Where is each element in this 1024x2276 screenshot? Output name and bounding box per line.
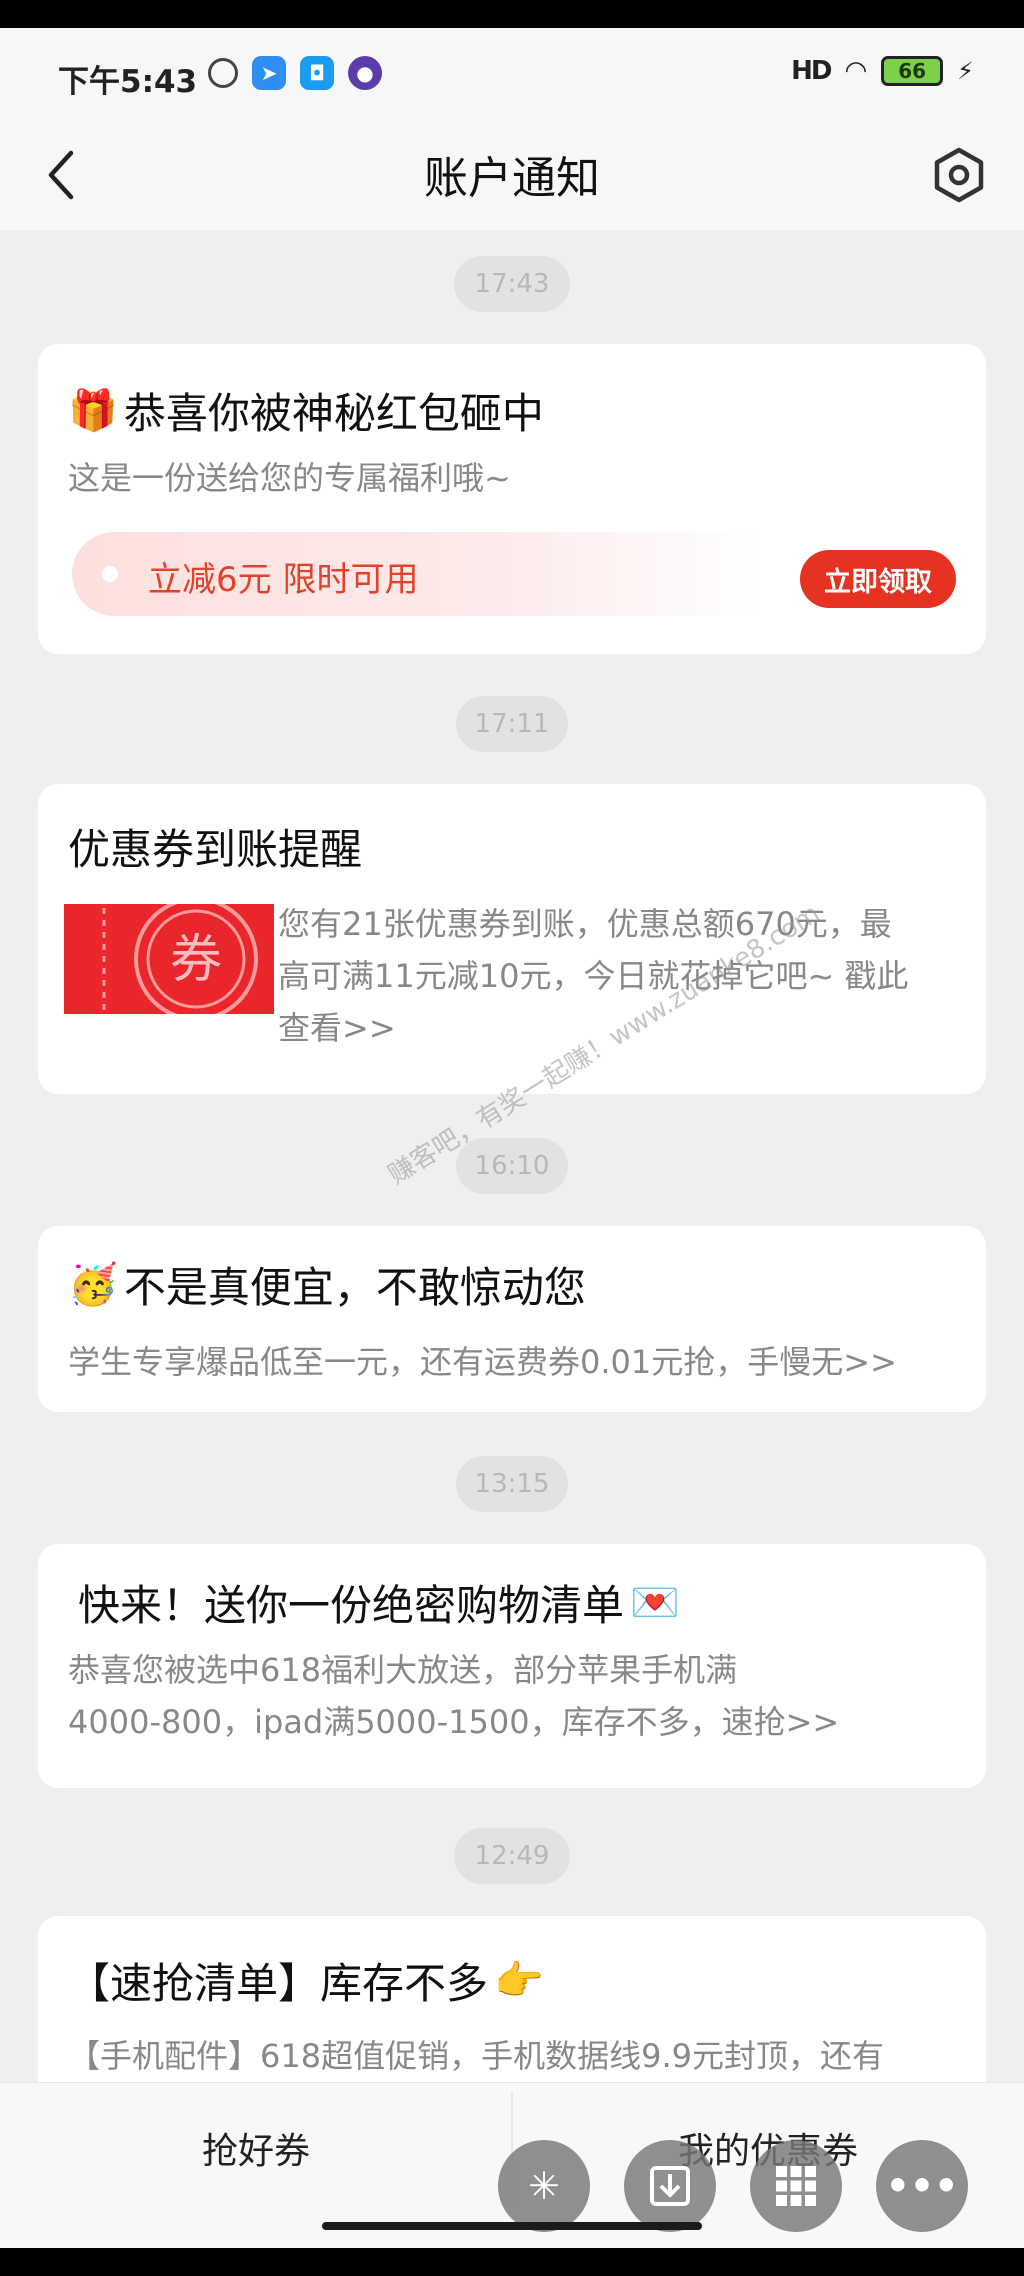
status-bar: 下午5:43 ➤ ◘ ● HD ◠ 66 ⚡ — [0, 28, 1024, 120]
bottom-black-bar — [0, 2248, 1024, 2276]
pointing-hand-icon: 👉 — [494, 1957, 544, 2004]
sparkle-icon: ✳ — [528, 2164, 560, 2208]
message-desc: 恭喜您被选中618福利大放送，部分苹果手机满 4000-800，ipad满500… — [68, 1651, 840, 1741]
status-indicators: HD ◠ 66 ⚡ — [791, 56, 974, 86]
more-dots-icon: ••• — [885, 2164, 959, 2208]
message-card[interactable]: 🎁 恭喜你被神秘红包砸中 这是一份送给您的专属福利哦~ 立减6元 限时可用 立即… — [38, 344, 986, 654]
signal-icon: HD — [791, 56, 832, 86]
promo-text: 立减6元 限时可用 — [148, 560, 419, 600]
battery-icon: 66 — [881, 56, 944, 86]
coupon-ticket-label: 券 — [170, 930, 222, 990]
message-card[interactable]: 🥳 不是真便宜，不敢惊动您 学生专享爆品低至一元，还有运费券0.01元抢，手慢无… — [38, 1226, 986, 1412]
gift-icon: 🎁 — [68, 387, 118, 434]
timestamp: 17:43 — [454, 256, 570, 312]
charging-icon: ⚡ — [957, 57, 974, 85]
promo-strip: 立减6元 限时可用 — [72, 532, 762, 616]
settings-button[interactable] — [924, 140, 994, 210]
status-notification-icons: ➤ ◘ ● — [208, 56, 382, 90]
timestamp: 16:10 — [456, 1138, 568, 1194]
message-card[interactable]: 快来！送你一份绝密购物清单 💌 恭喜您被选中618福利大放送，部分苹果手机满 4… — [38, 1544, 986, 1788]
download-icon — [650, 2166, 690, 2206]
app-notification-icon: ➤ — [252, 56, 286, 90]
nav-bar: 账户通知 — [0, 120, 1024, 230]
wifi-icon: ◠ — [844, 56, 868, 86]
claim-now-button[interactable]: 立即领取 — [800, 550, 956, 608]
message-title: 🎁 恭喜你被神秘红包砸中 — [68, 387, 544, 438]
gear-icon — [934, 147, 984, 203]
tab-grab-coupons[interactable]: 抢好券 — [0, 2083, 512, 2213]
party-face-icon: 🥳 — [68, 1261, 118, 1308]
home-indicator[interactable] — [322, 2222, 702, 2230]
coupon-ticket-icon: 券 — [64, 904, 274, 1014]
page-title: 账户通知 — [424, 153, 600, 204]
sparkle-button[interactable]: ✳ — [498, 2140, 590, 2232]
app-notification-icon: ● — [348, 56, 382, 90]
timestamp: 17:11 — [456, 696, 568, 752]
more-button[interactable]: ••• — [876, 2140, 968, 2232]
timestamp: 13:15 — [456, 1456, 568, 1512]
grid-button[interactable] — [750, 2140, 842, 2232]
message-title: 【速抢清单】库存不多 👉 — [68, 1957, 544, 2008]
timestamp: 12:49 — [454, 1828, 570, 1884]
alarm-icon — [208, 58, 238, 88]
love-letter-icon: 💌 — [630, 1579, 680, 1626]
message-card[interactable]: 优惠券到账提醒 券 您有21张优惠券到账，优惠总额670元，最 高可满11元减1… — [38, 784, 986, 1094]
message-desc: 学生专享爆品低至一元，还有运费券0.01元抢，手慢无>> — [68, 1343, 897, 1381]
message-title: 优惠券到账提醒 — [68, 825, 363, 874]
download-button[interactable] — [624, 2140, 716, 2232]
top-black-bar — [0, 0, 1024, 28]
promo-dot — [102, 566, 118, 582]
status-time: 下午5:43 — [58, 64, 198, 100]
grid-icon — [776, 2166, 816, 2206]
app-notification-icon: ◘ — [300, 56, 334, 90]
message-desc: 这是一份送给您的专属福利哦~ — [68, 459, 511, 497]
message-title: 🥳 不是真便宜，不敢惊动您 — [68, 1261, 586, 1312]
message-desc: 【手机配件】618超值促销，手机数据线9.9元封顶，还有 — [68, 2037, 884, 2075]
message-title: 快来！送你一份绝密购物清单 💌 — [78, 1579, 680, 1630]
